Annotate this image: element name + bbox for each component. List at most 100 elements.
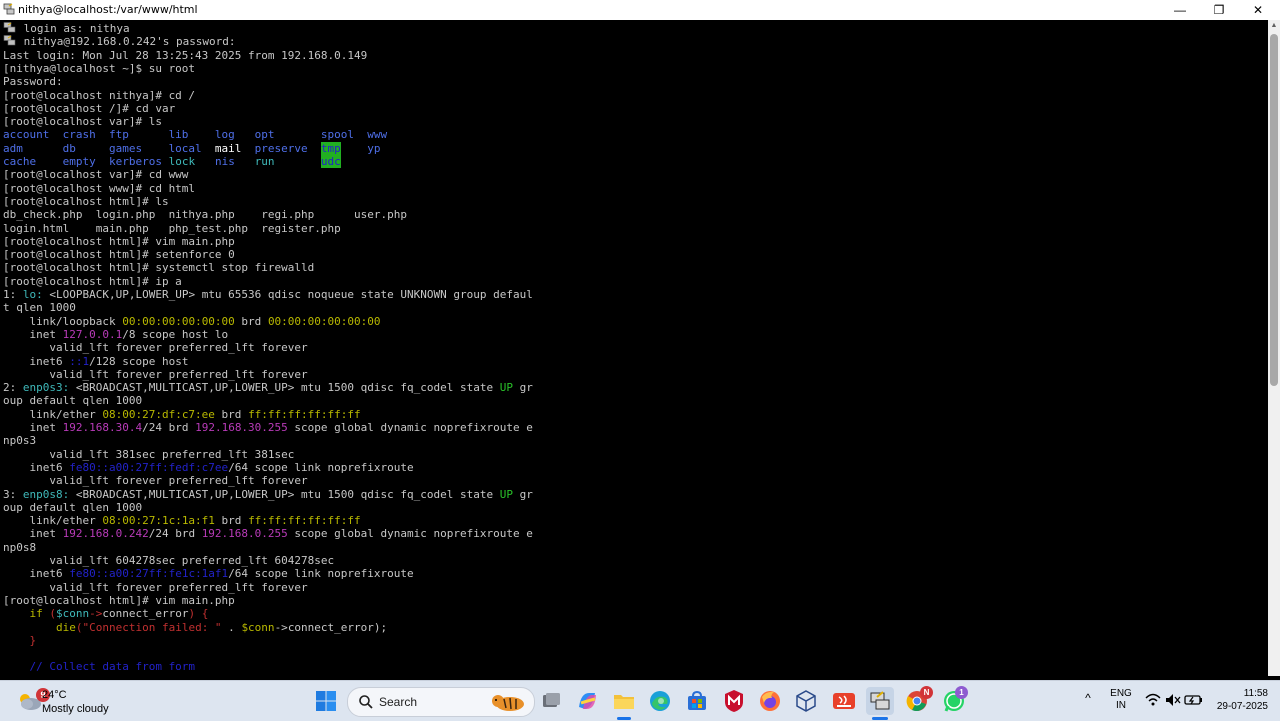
clock-time: 11:58: [1243, 688, 1268, 699]
terminal-text: gr: [512, 487, 533, 501]
terminal-text: (: [42, 607, 56, 621]
terminal-text: gr: [512, 381, 533, 395]
terminal-text: UP: [499, 487, 513, 501]
terminal-line: link/ether 08:00:27:1c:1a:f1 brd ff:ff:f…: [3, 514, 361, 528]
terminal-text: [root@localhost html]# ip a: [3, 274, 182, 288]
window-title: nithya@localhost:/var/www/html: [18, 3, 198, 16]
terminal-text: ) {: [188, 607, 209, 621]
terminal-text: mail: [214, 141, 242, 155]
file-explorer-icon[interactable]: [610, 687, 638, 715]
terminal-text: <BROADCAST,MULTICAST,UP,LOWER_UP> mtu 15…: [69, 381, 500, 395]
copilot-icon[interactable]: [573, 687, 601, 715]
terminal-line: 1: lo: <LOOPBACK,UP,LOWER_UP> mtu 65536 …: [3, 288, 533, 301]
terminal-line: t qlen 1000: [3, 301, 76, 314]
terminal-line: if ($conn->connect_error) {: [3, 607, 209, 621]
terminal-text: [root@localhost /]# cd var: [3, 101, 176, 115]
terminal-text: nithya@192.168.0.242's password:: [23, 35, 236, 49]
microsoft-store-icon[interactable]: [683, 687, 711, 715]
terminal-line: }: [3, 634, 36, 647]
terminal-text: $conn: [56, 607, 90, 621]
terminal-line: Password:: [3, 75, 63, 88]
clock[interactable]: 11:58 29-07-2025: [1208, 687, 1268, 713]
terminal-text: [root@localhost nithya]# cd /: [3, 88, 196, 102]
terminal-text: /128 scope host: [89, 354, 189, 368]
terminal-text: np0s3: [3, 434, 37, 448]
start-icon[interactable]: [312, 687, 340, 715]
terminal-text: [nithya@localhost ~]$ su root: [3, 61, 196, 75]
terminal-line: np0s3: [3, 434, 36, 447]
terminal-text: 192.168.0.242: [62, 527, 149, 541]
terminal-line: [root@localhost html]# systemctl stop fi…: [3, 261, 314, 274]
terminal-scrollbar[interactable]: ▲: [1268, 20, 1280, 676]
language-indicator[interactable]: ENG IN: [1108, 688, 1134, 712]
terminal-line: inet6 fe80::a00:27ff:fe1c:1af1/64 scope …: [3, 567, 413, 581]
terminal-text: t qlen 1000: [3, 301, 76, 315]
terminal-text: ff:ff:ff:ff:ff:ff: [248, 514, 361, 528]
terminal-text: fe80::a00:27ff:fe1c:1af1: [69, 567, 229, 581]
terminal-line: oup default qlen 1000: [3, 501, 142, 514]
weather-widget[interactable]: 9 24°C Mostly cloudy: [10, 685, 130, 717]
terminal-text: adm db games local: [3, 141, 215, 155]
close-button[interactable]: ✕: [1238, 0, 1278, 20]
terminal-text: inet6: [3, 567, 70, 581]
terminal-text: brd: [214, 514, 249, 528]
terminal-text: $conn: [241, 620, 275, 634]
putty-taskbar-button[interactable]: [866, 687, 894, 715]
window-title-bar[interactable]: nithya@localhost:/var/www/html — ❐ ✕: [0, 0, 1280, 21]
virtualbox-icon[interactable]: [792, 687, 820, 715]
terminal-text: oup default qlen 1000: [3, 500, 143, 514]
terminal-line: [root@localhost html]# ls: [3, 195, 169, 208]
chrome-badge: N: [920, 686, 933, 699]
terminal-text: [root@localhost html]# ls: [3, 194, 169, 208]
terminal-line: [root@localhost html]# vim main.php: [3, 594, 235, 607]
terminal-line: nithya@192.168.0.242's password:: [3, 35, 236, 48]
show-hidden-icons-chevron-icon[interactable]: ^: [1080, 691, 1096, 707]
terminal-text: valid_lft forever preferred_lft forever: [3, 580, 308, 594]
terminal-line: account crash ftp lib log opt spool www: [3, 128, 387, 141]
maximize-button[interactable]: ❐: [1199, 0, 1239, 20]
terminal-text: inet6: [3, 354, 70, 368]
terminal-line: np0s8: [3, 541, 36, 554]
edge-icon[interactable]: [646, 687, 674, 715]
terminal-text: 192.168.30.4: [62, 421, 143, 434]
terminal-line: [root@localhost html]# setenforce 0: [3, 248, 235, 261]
terminal-text: link/ether: [3, 407, 103, 421]
mcafee-icon[interactable]: [720, 687, 748, 715]
terminal-text: connect_error: [287, 620, 374, 634]
terminal-text: valid_lft 604278sec preferred_lft 604278…: [3, 554, 335, 567]
terminal-line: valid_lft forever preferred_lft forever: [3, 580, 308, 594]
terminal-text: connect_error: [102, 607, 189, 621]
terminal-text: 3:: [3, 487, 23, 501]
terminal-text: 08:00:27:df:c7:ee: [102, 407, 215, 421]
system-tray-icons[interactable]: [1144, 691, 1204, 709]
terminal-line: valid_lft 604278sec preferred_lft 604278…: [3, 554, 334, 567]
terminal-text: Last login: Mon Jul 28 13:25:43 2025 fro…: [3, 48, 368, 62]
terminal-line: login.html main.php php_test.php registe…: [3, 222, 341, 235]
terminal-text: [root@localhost html]# vim main.php: [3, 234, 235, 248]
task-view-icon[interactable]: [537, 687, 565, 715]
terminal-line: oup default qlen 1000: [3, 394, 142, 407]
terminal-line: [root@localhost /]# cd var: [3, 102, 175, 115]
terminal-text: /8 scope host lo: [122, 327, 229, 341]
terminal-text: 08:00:27:1c:1a:f1: [102, 514, 215, 528]
terminal-text: ->: [89, 607, 103, 621]
minimize-button[interactable]: —: [1160, 0, 1200, 20]
taskbar-search[interactable]: Search: [347, 687, 535, 717]
terminal-text: ff:ff:ff:ff:ff:ff: [248, 407, 361, 421]
firefox-icon[interactable]: [756, 687, 784, 715]
putty-icon: [3, 22, 16, 33]
terminal-text: link/ether: [3, 514, 103, 528]
terminal-text: [root@localhost var]# ls: [3, 115, 162, 129]
scroll-thumb[interactable]: [1270, 34, 1278, 386]
terminal-text: /24 brd: [148, 527, 202, 541]
terminal-line: cache empty kerberos lock nis run udc: [3, 155, 341, 168]
java-icon[interactable]: [830, 687, 858, 715]
terminal-text: scope global dynamic noprefixroute e: [287, 527, 533, 541]
terminal-text: 1:: [3, 288, 23, 301]
terminal-text: UP: [499, 381, 513, 395]
wifi-icon: [1145, 693, 1161, 706]
terminal-text: brd: [234, 314, 268, 328]
terminal-output[interactable]: login as: nithya nithya@192.168.0.242's …: [0, 20, 1268, 676]
scroll-up-arrow-icon[interactable]: ▲: [1268, 20, 1280, 32]
terminal-text: if: [29, 607, 43, 621]
